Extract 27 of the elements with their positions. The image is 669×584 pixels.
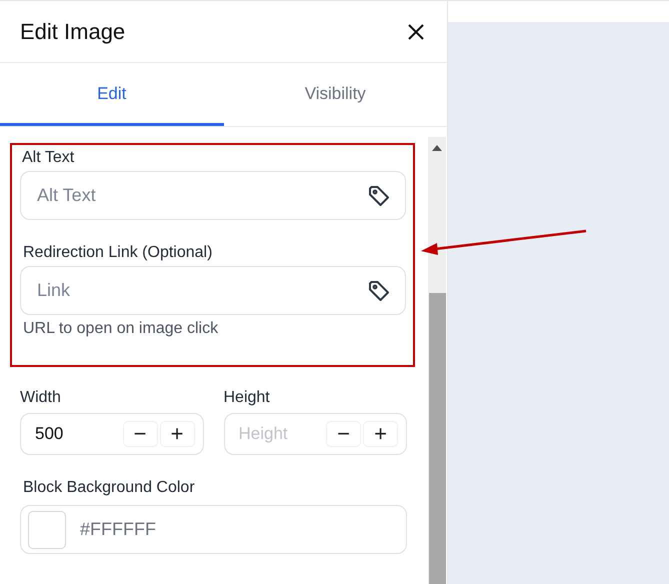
decrement-button[interactable]: − (122, 421, 158, 447)
tag-icon[interactable] (367, 278, 391, 302)
field-label: Block Background Color (23, 479, 196, 497)
input-field[interactable]: Link (20, 266, 406, 315)
scroll-up-icon[interactable] (432, 145, 442, 151)
number-field[interactable]: Height − + (224, 413, 407, 455)
scrollbar[interactable] (428, 137, 446, 584)
increment-button[interactable]: + (160, 421, 194, 447)
tag-icon[interactable] (367, 184, 391, 208)
decrement-button[interactable]: − (326, 421, 361, 447)
field-label: Alt Text (22, 149, 76, 167)
number-input[interactable]: Height (238, 424, 324, 444)
number-field[interactable]: 500 − + (20, 413, 204, 455)
text-input[interactable]: Link (37, 280, 367, 301)
panel-title: Edit Image (20, 18, 126, 44)
increment-button[interactable]: + (363, 421, 398, 447)
field-label: Redirection Link (Optional) (23, 244, 214, 262)
close-icon[interactable] (407, 22, 425, 40)
color-input[interactable]: #FFFFFF (80, 519, 392, 540)
help-text: URL to open on image click (23, 320, 220, 338)
number-input[interactable]: 500 (35, 424, 120, 444)
input-field[interactable]: Alt Text (20, 171, 406, 220)
field-label: Height (224, 389, 271, 407)
color-swatch[interactable] (28, 510, 66, 548)
field-label: Width (20, 389, 62, 407)
text-input[interactable]: Alt Text (37, 185, 367, 206)
color-field[interactable]: #FFFFFF (20, 505, 407, 554)
